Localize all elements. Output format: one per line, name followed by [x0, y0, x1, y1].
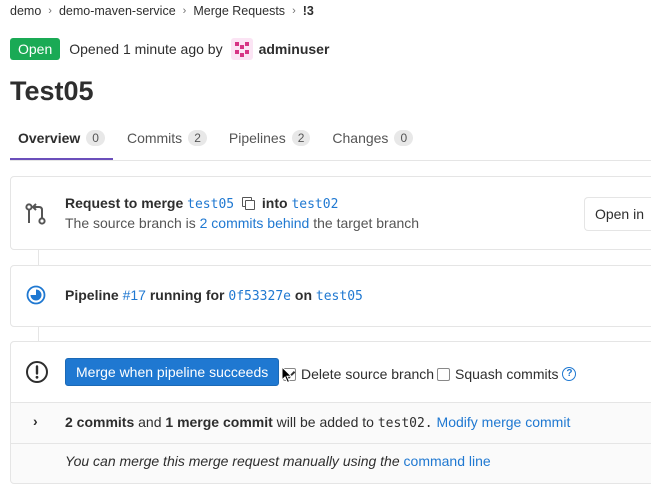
opened-text: Opened 1 minute ago by — [69, 41, 223, 57]
pipeline-status-text: Pipeline #17 running for 0f53327e on tes… — [65, 287, 363, 304]
manual-merge-text: You can merge this merge request manuall… — [65, 453, 400, 469]
pipeline-label: Pipeline — [65, 287, 119, 303]
open-in-button[interactable]: Open in — [583, 197, 651, 231]
squash-commits-checkbox[interactable]: Squash commits ? — [437, 366, 577, 382]
breadcrumb-merge-requests[interactable]: Merge Requests — [193, 4, 285, 18]
tab-count: 0 — [86, 130, 105, 146]
copy-icon[interactable] — [242, 197, 255, 210]
breadcrumb: demo › demo-maven-service › Merge Reques… — [10, 4, 314, 18]
pipeline-branch-link[interactable]: test05 — [316, 289, 363, 304]
chevron-right-icon[interactable]: › — [33, 413, 38, 429]
behind-prefix: The source branch is — [65, 215, 196, 231]
tab-changes[interactable]: Changes 0 — [324, 118, 421, 158]
tab-label: Commits — [126, 130, 183, 146]
breadcrumb-mr-id[interactable]: !3 — [303, 4, 314, 18]
mr-tabs: Overview 0 Commits 2 Pipelines 2 Changes… — [10, 118, 651, 161]
tab-commits[interactable]: Commits 2 — [119, 118, 215, 158]
and-label: and — [138, 414, 162, 430]
checkbox-label: Squash commits — [455, 366, 559, 382]
tab-label: Overview — [18, 130, 81, 146]
pipeline-id-link[interactable]: #17 — [123, 287, 146, 303]
pipeline-running-icon[interactable] — [26, 285, 46, 305]
tab-overview[interactable]: Overview 0 — [10, 118, 113, 160]
merge-actions: Merge when pipeline succeeds Delete sour… — [11, 342, 651, 403]
commits-summary-text: 2 commits and 1 merge commit will be add… — [65, 414, 570, 431]
running-for-label: running for — [149, 287, 225, 303]
target-branch-name: test02. — [377, 416, 433, 431]
commits-summary-row[interactable]: › 2 commits and 1 merge commit will be a… — [11, 403, 651, 444]
source-branch-link[interactable]: test05 — [187, 197, 234, 212]
chevron-right-icon: › — [292, 5, 296, 17]
request-to-merge-label: Request to merge — [65, 195, 184, 211]
tab-label: Pipelines — [228, 130, 286, 146]
checkbox-label: Delete source branch — [301, 366, 435, 382]
tab-label: Changes — [332, 130, 389, 146]
tab-count: 0 — [394, 130, 414, 146]
target-branch-link[interactable]: test02 — [291, 197, 338, 212]
tab-pipelines[interactable]: Pipelines 2 — [221, 118, 319, 158]
page-title: Test05 — [10, 76, 94, 106]
breadcrumb-demo[interactable]: demo — [10, 4, 41, 18]
merge-commit-count: 1 merge commit — [165, 414, 273, 430]
modify-merge-commit-link[interactable]: Modify merge commit — [437, 414, 571, 430]
mouse-cursor-icon — [281, 366, 293, 384]
checkbox-unchecked[interactable] — [437, 367, 450, 381]
merge-when-pipeline-succeeds-button[interactable]: Merge when pipeline succeeds — [65, 358, 280, 386]
help-icon[interactable]: ? — [562, 367, 577, 381]
request-to-merge-line: Request to merge test05 into test02 — [65, 195, 338, 212]
merge-request-icon — [25, 203, 46, 225]
author-link[interactable]: adminuser — [259, 41, 330, 57]
commits-count: 2 commits — [65, 414, 135, 430]
chevron-right-icon: › — [182, 5, 187, 17]
delete-source-branch-checkbox[interactable]: Delete source branch — [283, 366, 434, 382]
merge-widget-card: Merge when pipeline succeeds Delete sour… — [10, 341, 651, 484]
behind-info: The source branch is 2 commits behind th… — [65, 215, 419, 231]
tab-count: 2 — [291, 130, 311, 146]
avatar[interactable] — [230, 38, 253, 60]
tab-count: 2 — [188, 130, 207, 146]
pipeline-card: Pipeline #17 running for 0f53327e on tes… — [10, 265, 651, 327]
command-line-link[interactable]: command line — [404, 453, 491, 469]
chevron-right-icon: › — [48, 5, 52, 17]
timeline-connector — [38, 325, 39, 341]
breadcrumb-project[interactable]: demo-maven-service — [59, 4, 176, 18]
behind-suffix: the target branch — [313, 215, 420, 231]
manual-merge-info: You can merge this merge request manuall… — [65, 453, 491, 469]
will-be-added-label: will be added to — [276, 414, 374, 430]
commit-sha-link[interactable]: 0f53327e — [228, 289, 291, 304]
on-label: on — [294, 287, 312, 303]
status-badge: Open — [10, 38, 61, 60]
merge-request-info-card: Request to merge test05 into test02 The … — [10, 176, 651, 250]
into-label: into — [261, 195, 288, 211]
warning-icon — [26, 361, 48, 383]
timeline-connector — [38, 248, 39, 265]
commits-behind-link[interactable]: 2 commits behind — [200, 215, 310, 231]
mr-status-row: Open Opened 1 minute ago by adminuser — [10, 38, 329, 60]
